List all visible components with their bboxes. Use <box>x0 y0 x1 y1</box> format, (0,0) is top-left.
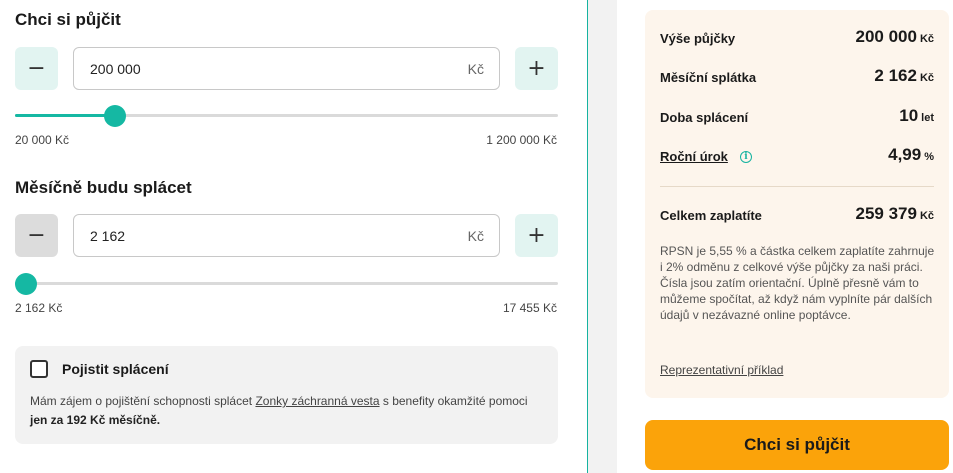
interest-label[interactable]: Roční úrok <box>660 149 728 164</box>
summary-row-loan-amount: Výše půjčky 200 000 Kč <box>660 27 934 51</box>
loan-amount-slider[interactable] <box>15 105 558 127</box>
value-number: 4,99 <box>888 145 922 164</box>
value-unit: let <box>921 112 934 124</box>
loan-min-label: 20 000 Kč <box>15 133 70 147</box>
monthly-min-label: 2 162 Kč <box>15 301 63 315</box>
summary-label: Celkem zaplatíte <box>660 208 762 223</box>
summary-value: 2 162 Kč <box>874 66 934 86</box>
summary-row-interest: Roční úrok i 4,99% <box>660 145 934 169</box>
insurance-price: jen za 192 Kč měsíčně. <box>30 413 161 427</box>
slider-thumb[interactable] <box>15 273 37 295</box>
summary-label-text: Roční úrok <box>660 149 728 164</box>
monthly-payment-slider[interactable] <box>15 273 558 295</box>
monthly-increase-button[interactable]: + <box>515 214 558 257</box>
insurance-text-middle: s benefity okamžité pomoci <box>379 394 528 408</box>
loan-amount-title: Chci si půjčit <box>15 10 121 29</box>
monthly-payment-value: 2 162 <box>90 228 126 244</box>
monthly-payment-title: Měsíčně budu splácet <box>15 178 192 197</box>
value-unit: Kč <box>919 210 934 222</box>
slider-track <box>15 282 558 285</box>
summary-value: 10 let <box>899 106 934 126</box>
insurance-link[interactable]: Zonky záchranná vesta <box>255 394 379 408</box>
monthly-max-label: 17 455 Kč <box>502 301 557 315</box>
loan-max-label: 1 200 000 Kč <box>486 133 557 147</box>
slider-fill <box>15 114 115 117</box>
summary-card: Výše půjčky 200 000 Kč Měsíční splátka 2 … <box>645 10 949 398</box>
monthly-decrease-button[interactable]: − <box>15 214 58 257</box>
summary-label: Doba splácení <box>660 110 749 125</box>
calculator-panel: Chci si půjčit − 200 000 Kč + 20 000 Kč … <box>0 0 588 473</box>
info-icon[interactable]: i <box>740 151 752 163</box>
monthly-payment-input[interactable]: 2 162 Kč <box>73 214 500 257</box>
value-unit: Kč <box>919 33 934 45</box>
summary-value: 200 000 Kč <box>855 27 934 47</box>
slider-thumb[interactable] <box>103 105 126 127</box>
summary-row-duration: Doba splácení 10 let <box>660 106 934 130</box>
borrow-button[interactable]: Chci si půjčit <box>645 420 949 470</box>
insurance-checkbox[interactable] <box>30 360 48 378</box>
summary-label: Měsíční splátka <box>660 70 757 85</box>
loan-amount-value: 200 000 <box>90 61 141 77</box>
loan-increase-button[interactable]: + <box>515 47 558 90</box>
loan-decrease-button[interactable]: − <box>15 47 58 90</box>
value-number: 200 000 <box>855 27 917 46</box>
value-number: 10 <box>899 106 919 125</box>
summary-divider <box>660 186 934 187</box>
summary-row-monthly-payment: Měsíční splátka 2 162 Kč <box>660 66 934 90</box>
value-unit: Kč <box>919 72 934 84</box>
summary-row-total: Celkem zaplatíte 259 379 Kč <box>660 204 934 228</box>
insurance-text-before: Mám zájem o pojištění schopnosti splácet <box>30 394 256 408</box>
summary-value: 259 379 Kč <box>855 204 934 224</box>
rpsn-disclaimer: RPSN je 5,55 % a částka celkem zaplatíte… <box>660 244 935 322</box>
loan-amount-unit: Kč <box>467 61 484 77</box>
insurance-description: Mám zájem o pojištění schopnosti splácet… <box>30 392 540 430</box>
insurance-title: Pojistit splácení <box>62 361 169 377</box>
representative-example-link[interactable]: Reprezentativní příklad <box>660 363 783 377</box>
value-unit: % <box>924 151 934 163</box>
summary-value: 4,99% <box>888 145 934 165</box>
value-number: 2 162 <box>874 66 917 85</box>
summary-label: Výše půjčky <box>660 31 736 46</box>
value-number: 259 379 <box>855 204 917 223</box>
monthly-payment-unit: Kč <box>467 228 484 244</box>
insurance-box: Pojistit splácení Mám zájem o pojištění … <box>15 346 558 444</box>
loan-amount-input[interactable]: 200 000 Kč <box>73 47 500 90</box>
